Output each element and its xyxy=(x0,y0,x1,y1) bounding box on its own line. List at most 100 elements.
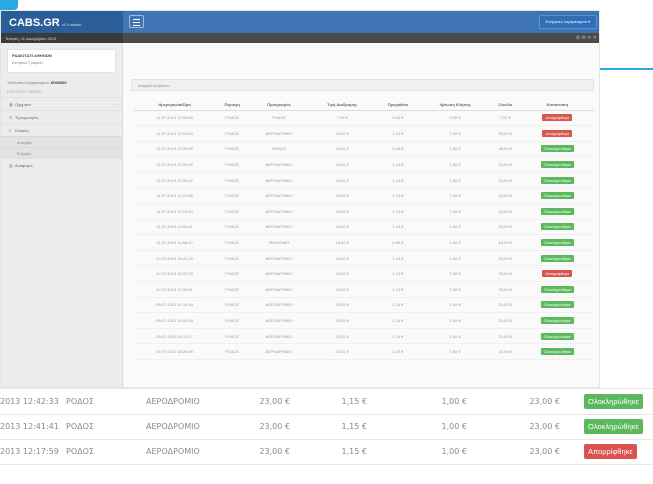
table-cell: 0,90 € xyxy=(375,234,421,251)
status-badge: Ολοκληρώθηκε xyxy=(540,161,574,169)
table-cell: 11.07.2013 12:21:48 xyxy=(134,187,216,205)
table-cell: 23,00 € xyxy=(308,203,376,220)
sidebar-item-phones[interactable]: ✆ Τηλεφωνητές xyxy=(1,110,122,123)
table-cell: 1,00 € xyxy=(385,439,485,465)
table-cell: 2,40 € xyxy=(375,141,421,158)
table-cell: ΡΟΔΟΣ xyxy=(249,110,309,127)
sidebar-item-vehicles[interactable]: ▦ Οχήματα ‹ xyxy=(1,97,122,110)
table-row[interactable]: 10.07.2013 18:37:05 ΡΟΔΟΣ ΑΕΡΟΔΡΟΜΙΟ 23,00 … xyxy=(134,265,594,283)
table-cell: 0,00 € xyxy=(375,110,421,127)
status-badge: Ολοκληρώθηκε xyxy=(540,145,574,153)
sidebar-item-reports[interactable]: ▥ Αναφορές xyxy=(1,158,122,171)
table-row[interactable]: 10.07.2013 19:42:20 ΡΟΔΟΣ ΑΕΡΟΔΡΟΜΙΟ 23,00 … xyxy=(134,250,594,267)
table-cell: ΛΙΝΔΟΣ xyxy=(249,141,309,158)
column-header[interactable]: Ημερομηνία/Ώρα xyxy=(134,99,216,111)
table-cell: ΡΟΔΟΣ xyxy=(215,110,250,127)
table-cell: 1,00 € xyxy=(420,125,490,142)
table-row[interactable]: 11.07.2013 12:51:40 ΡΟΔΟΣ ΑΕΡΟΔΡΟΜΙΟ 23,00 … xyxy=(134,125,594,142)
status-badge: Ολοκληρώθηκε xyxy=(584,393,643,409)
table-header-row: Ημερομηνία/Ώρα Περιοχή Προορισμός Τιμή Διαδ… xyxy=(134,99,594,111)
table-cell: 09.07.2013 20:03:18 xyxy=(134,312,216,329)
table-cell: 23,00 € xyxy=(489,312,521,329)
table-row[interactable]: 2013 12:17:59 ΡΟΔΟΣ ΑΕΡΟΔΡΟΜΙΟ 23,00 €1,15 … xyxy=(0,439,653,465)
table-cell: 2013 12:41:41 xyxy=(0,414,66,440)
table-row[interactable]: 11.07.2013 12:55:50 ΡΟΔΟΣ ΡΟΔΟΣ 7,00 €0,00 … xyxy=(134,110,594,127)
table-cell: 23,00 € xyxy=(485,439,578,465)
table-cell: ΑΕΡΟΔΡΟΜΙΟ xyxy=(249,312,309,329)
balance-value: €000000 xyxy=(51,80,67,85)
sidebar-item-calls[interactable]: ≡ Κλήσεις ‹ xyxy=(1,123,122,136)
table-row[interactable]: 09.07.2013 19:11:27 ΡΟΔΟΣ ΑΕΡΟΔΡΟΜΙΟ 23,00 … xyxy=(134,328,594,345)
sidebar-item-label: Τηλεφωνητές xyxy=(15,115,39,120)
brand-name: CABS.GR xyxy=(9,17,60,29)
table-cell: 23,00 € xyxy=(226,414,308,440)
table-row[interactable]: 11.07.2013 12:39:15 ΡΟΔΟΣ ΑΕΡΟΔΡΟΜΙΟ 23,00 … xyxy=(134,156,594,173)
table-cell: ΡΟΔΟΣ xyxy=(215,343,250,360)
app-window: CABS.GR v1.0 admin Ενέργειες λογαριασμού … xyxy=(0,10,600,388)
table-row[interactable]: 11.07.2013 11:58:40 ΡΟΔΟΣ ΦΑΛΗΡΑΚΙ 18,00 €0… xyxy=(134,234,594,251)
balance-label: Υπόλοιπο λογαριασμού: xyxy=(7,80,50,85)
table-row[interactable]: 09.07.2013 21:16:44 ΡΟΔΟΣ ΑΕΡΟΔΡΟΜΙΟ 23,00 … xyxy=(134,297,594,314)
status-badge: Ολοκληρώθηκε xyxy=(584,419,643,434)
column-header[interactable]: Περιοχή xyxy=(215,99,250,111)
table-cell: 23,00 € xyxy=(308,281,376,298)
table-cell: ΡΟΔΟΣ xyxy=(215,234,250,251)
column-header[interactable]: Προμήθεια xyxy=(375,99,421,111)
table-row[interactable]: 11.07.2013 12:14:33 ΡΟΔΟΣ ΑΕΡΟΔΡΟΜΙΟ 23,00 … xyxy=(134,203,594,220)
table-cell: 7,00 € xyxy=(308,110,376,127)
table-cell: 1,15 € xyxy=(375,187,421,205)
chevron-icon: ‹ xyxy=(116,102,118,107)
table-cell: 23,00 € xyxy=(226,389,308,415)
table-cell: 23,00 € xyxy=(308,297,376,314)
toolbar-icons[interactable]: ⚙ ✉ ✕ ✕ xyxy=(576,35,597,41)
user-menu-button[interactable]: Ενέργειες λογαριασμού ▾ xyxy=(538,15,597,29)
table-row[interactable]: 09.07.2013 20:03:18 ΡΟΔΟΣ ΑΕΡΟΔΡΟΜΙΟ 23,00 … xyxy=(134,312,594,329)
status-cell: Ολοκληρώθηκε xyxy=(520,219,594,236)
table-row[interactable]: 11.07.2013 12:46:59 ΡΟΔΟΣ ΛΙΝΔΟΣ 48,00 €2,4… xyxy=(134,141,594,158)
table-cell: 23,00 € xyxy=(226,439,308,465)
column-header[interactable]: Χρέωση Κλήσης xyxy=(420,99,490,111)
sidebar-subitem-history[interactable]: Ιστορικό xyxy=(1,136,122,147)
table-cell: 0,00 € xyxy=(420,110,490,127)
table-row[interactable]: 2013 12:41:41 ΡΟΔΟΣ ΑΕΡΟΔΡΟΜΙΟ 23,00 €1,15 … xyxy=(0,414,653,440)
table-cell: 1,00 € xyxy=(385,389,485,415)
table-row[interactable]: 11.07.2013 12:30:02 ΡΟΔΟΣ ΑΕΡΟΔΡΟΜΙΟ 23,00 … xyxy=(134,172,594,189)
menu-toggle-button[interactable] xyxy=(129,15,144,28)
table-cell: 1,15 € xyxy=(375,312,421,329)
column-header[interactable]: Προορισμός xyxy=(249,99,309,111)
status-cell: Ολοκληρώθηκε xyxy=(520,203,594,220)
table-row[interactable]: 10.07.2013 17:29:51 ΡΟΔΟΣ ΑΕΡΟΔΡΟΜΙΟ 23,00 … xyxy=(134,281,594,298)
column-header[interactable]: Σύνολο xyxy=(489,99,521,111)
table-cell: 23,00 € xyxy=(308,125,376,142)
sidebar: ΡΑΔΙΟΤΑΞΙ ΑΘΗΝΩΝ Κεντρικό Γραφείο Υπόλοι… xyxy=(1,43,123,387)
status-cell: Ολοκληρώθηκε xyxy=(578,414,653,440)
table-cell: 1,15 € xyxy=(308,389,385,415)
table-cell: 11.07.2013 12:55:50 xyxy=(134,110,216,127)
table-cell: 11.07.2013 12:39:15 xyxy=(134,156,216,173)
table-cell: 23,00 € xyxy=(489,203,521,220)
table-row[interactable]: 09.07.2013 18:25:09 ΡΟΔΟΣ ΑΕΡΟΔΡΟΜΙΟ 23,00 … xyxy=(134,343,594,360)
column-header[interactable]: Τιμή Διαδρομής xyxy=(308,99,376,111)
status-badge: Ολοκληρώθηκε xyxy=(540,332,574,340)
table-cell: 23,00 € xyxy=(308,172,376,189)
table-cell: 23,00 € xyxy=(308,328,376,345)
table-cell: 11.07.2013 12:51:40 xyxy=(134,125,216,142)
table-cell: 48,00 € xyxy=(489,141,521,158)
sidebar-item-label: Οχήματα xyxy=(15,102,31,107)
table-row[interactable]: 11.07.2013 12:05:11 ΡΟΔΟΣ ΑΕΡΟΔΡΟΜΙΟ 23,00 … xyxy=(134,219,594,236)
status-badge: Ολοκληρώθηκε xyxy=(540,285,574,293)
table-row[interactable]: 2013 12:42:33 ΡΟΔΟΣ ΑΕΡΟΔΡΟΜΙΟ 23,00 €1,15 … xyxy=(0,389,653,415)
table-cell: 23,00 € xyxy=(308,219,376,236)
column-header[interactable]: Κατάσταση xyxy=(520,99,594,111)
sidebar-subitem-active[interactable]: Ενεργές xyxy=(1,147,122,158)
table-cell: 1,15 € xyxy=(375,250,421,267)
table-cell: ΑΕΡΟΔΡΟΜΙΟ xyxy=(249,187,309,205)
table-cell: 11.07.2013 12:05:11 xyxy=(134,219,216,236)
table-cell: ΑΕΡΟΔΡΟΜΙΟ xyxy=(249,172,309,189)
status-cell: Απορρίφθηκε xyxy=(520,265,594,283)
table-cell: 1,00 € xyxy=(420,312,490,329)
table-row[interactable]: 11.07.2013 12:21:48 ΡΟΔΟΣ ΑΕΡΟΔΡΟΜΙΟ 23,00 … xyxy=(134,187,594,205)
brand-logo[interactable]: CABS.GR v1.0 admin xyxy=(1,11,123,33)
table-cell: 1,00 € xyxy=(420,187,490,205)
table-cell: 23,00 € xyxy=(489,125,521,142)
